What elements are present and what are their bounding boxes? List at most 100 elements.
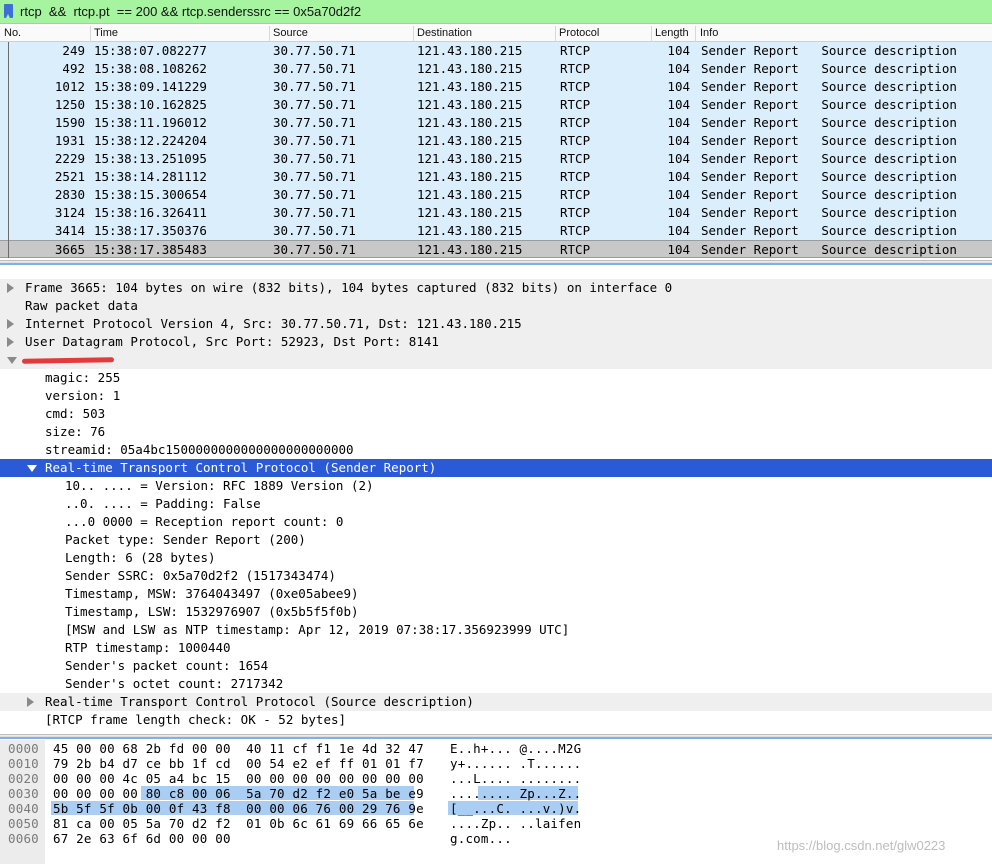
tree-row[interactable]: Internet Protocol Version 4, Src: 30.77.… xyxy=(0,315,992,333)
tree-row[interactable]: [MSW and LSW as NTP timestamp: Apr 12, 2… xyxy=(0,621,992,639)
packet-row[interactable]: 1250 15:38:10.162825 30.77.50.71 121.43.180… xyxy=(0,96,992,114)
hex-row[interactable]: 0050 81 ca 00 05 5a 70 d2 f2 01 0b 6c 61 … xyxy=(0,816,992,831)
display-filter-bar[interactable]: rtcp && rtcp.pt == 200 && rtcp.senderssr… xyxy=(0,0,992,24)
hex-bytes[interactable]: 45 00 00 68 2b fd 00 00 40 11 cf f1 1e 4… xyxy=(53,741,424,756)
cell-length: 104 xyxy=(667,133,690,148)
tree-row[interactable]: Sender SSRC: 0x5a70d2f2 (1517343474) xyxy=(0,567,992,585)
column-divider[interactable] xyxy=(651,26,652,42)
hex-ascii[interactable]: g.com... xyxy=(450,831,512,846)
hex-ascii[interactable]: ........ Zp...Z.. xyxy=(450,786,581,801)
hex-row[interactable]: 0010 79 2b b4 d7 ce bb 1f cd 00 54 e2 ef … xyxy=(0,756,992,771)
hex-ascii[interactable]: ....Zp.. ..laifen xyxy=(450,816,581,831)
hex-ascii[interactable]: y+...... .T...... xyxy=(450,756,581,771)
column-divider[interactable] xyxy=(90,26,91,42)
column-header-time[interactable]: Time xyxy=(94,27,118,39)
tree-row[interactable]: Packet type: Sender Report (200) xyxy=(0,531,992,549)
tree-row[interactable]: User Datagram Protocol, Src Port: 52923,… xyxy=(0,333,992,351)
packet-row[interactable]: 249 15:38:07.082277 30.77.50.71 121.43.180.… xyxy=(0,42,992,60)
hex-row[interactable]: 0020 00 00 00 4c 05 a4 bc 15 00 00 00 00 … xyxy=(0,771,992,786)
packet-row[interactable]: 2521 15:38:14.281112 30.77.50.71 121.43.180… xyxy=(0,168,992,186)
column-header-length[interactable]: Length xyxy=(655,27,689,39)
tree-row[interactable]: Timestamp, LSW: 1532976907 (0x5b5f5f0b) xyxy=(0,603,992,621)
collapse-arrow-icon[interactable] xyxy=(7,357,17,364)
cell-protocol: RTCP xyxy=(560,205,591,220)
column-divider[interactable] xyxy=(555,26,556,42)
packet-row[interactable]: 2830 15:38:15.300654 30.77.50.71 121.43.180… xyxy=(0,186,992,204)
tree-row-label: Length: 6 (28 bytes) xyxy=(65,550,216,565)
display-filter-input[interactable]: rtcp && rtcp.pt == 200 && rtcp.senderssr… xyxy=(20,4,361,19)
tree-row[interactable]: 10.. .... = Version: RFC 1889 Version (2… xyxy=(0,477,992,495)
packet-row[interactable]: 1931 15:38:12.224204 30.77.50.71 121.43.180… xyxy=(0,132,992,150)
tree-row[interactable]: streamid: 05a4bc150000000000000000000000… xyxy=(0,441,992,459)
column-divider[interactable] xyxy=(269,26,270,42)
column-header-protocol[interactable]: Protocol xyxy=(559,27,599,39)
cell-destination: 121.43.180.215 xyxy=(417,43,523,58)
packet-row[interactable]: 492 15:38:08.108262 30.77.50.71 121.43.180.… xyxy=(0,60,992,78)
tree-row[interactable]: Real-time Transport Control Protocol (So… xyxy=(0,693,992,711)
cell-protocol: RTCP xyxy=(560,115,591,130)
tree-row[interactable]: Timestamp, MSW: 3764043497 (0xe05abee9) xyxy=(0,585,992,603)
tree-row-label: Sender's packet count: 1654 xyxy=(65,658,269,673)
hex-bytes[interactable]: 81 ca 00 05 5a 70 d2 f2 01 0b 6c 61 69 6… xyxy=(53,816,424,831)
cell-info: Sender Report Source description xyxy=(701,133,957,148)
tree-row[interactable]: version: 1 xyxy=(0,387,992,405)
tree-row[interactable]: ..0. .... = Padding: False xyxy=(0,495,992,513)
tree-row[interactable]: magic: 255 xyxy=(0,369,992,387)
hex-ascii[interactable]: [__...C. ...v.)v. xyxy=(450,801,581,816)
packet-details-tree[interactable]: Frame 3665: 104 bytes on wire (832 bits)… xyxy=(0,279,992,735)
packet-row[interactable]: 2229 15:38:13.251095 30.77.50.71 121.43.180… xyxy=(0,150,992,168)
tree-row[interactable]: RTP timestamp: 1000440 xyxy=(0,639,992,657)
pane-splitter[interactable] xyxy=(0,734,992,739)
hex-row[interactable]: 0000 45 00 00 68 2b fd 00 00 40 11 cf f1 … xyxy=(0,741,992,756)
cell-time: 15:38:10.162825 xyxy=(94,97,207,112)
tree-row-label: ...0 0000 = Reception report count: 0 xyxy=(65,514,344,529)
tree-row-selected[interactable]: Real-time Transport Control Protocol (Se… xyxy=(0,459,992,477)
expand-arrow-icon[interactable] xyxy=(7,337,14,347)
column-divider[interactable] xyxy=(413,26,414,42)
hex-ascii[interactable]: E..h+... @....M2G xyxy=(450,741,581,756)
expand-arrow-icon[interactable] xyxy=(7,319,14,329)
tree-row[interactable]: Length: 6 (28 bytes) xyxy=(0,549,992,567)
tree-row[interactable]: size: 76 xyxy=(0,423,992,441)
expand-arrow-icon[interactable] xyxy=(27,697,34,707)
hex-bytes[interactable]: 00 00 00 4c 05 a4 bc 15 00 00 00 00 00 0… xyxy=(53,771,424,786)
packet-list[interactable]: 249 15:38:07.082277 30.77.50.71 121.43.180.… xyxy=(0,42,992,258)
expand-arrow-icon[interactable] xyxy=(7,283,14,293)
tree-row[interactable]: Sender's packet count: 1654 xyxy=(0,657,992,675)
tree-row[interactable]: [RTCP frame length check: OK - 52 bytes] xyxy=(0,711,992,729)
hex-bytes[interactable]: 00 00 00 00 80 c8 00 06 5a 70 d2 f2 e0 5… xyxy=(53,786,424,801)
watermark: https://blog.csdn.net/glw0223 xyxy=(777,838,946,853)
hex-row[interactable]: 0040 5b 5f 5f 0b 00 0f 43 f8 00 00 06 76 … xyxy=(0,801,992,816)
tree-row[interactable]: Sender's octet count: 2717342 xyxy=(0,675,992,693)
bookmark-icon[interactable] xyxy=(4,4,13,18)
packet-row-selected[interactable]: 3665 15:38:17.385483 30.77.50.71 121.43.180… xyxy=(0,240,992,258)
packet-row[interactable]: 1012 15:38:09.141229 30.77.50.71 121.43.180… xyxy=(0,78,992,96)
tree-row-label: cmd: 503 xyxy=(45,406,106,421)
tree-row[interactable]: ...0 0000 = Reception report count: 0 xyxy=(0,513,992,531)
tree-row[interactable] xyxy=(0,351,992,369)
hex-bytes[interactable]: 67 2e 63 6f 6d 00 00 00 xyxy=(53,831,231,846)
hex-bytes[interactable]: 5b 5f 5f 0b 00 0f 43 f8 00 00 06 76 00 2… xyxy=(53,801,424,816)
column-header-no[interactable]: No. xyxy=(4,27,21,39)
collapse-arrow-icon[interactable] xyxy=(27,465,37,472)
packet-row[interactable]: 1590 15:38:11.196012 30.77.50.71 121.43.180… xyxy=(0,114,992,132)
tree-row[interactable]: cmd: 503 xyxy=(0,405,992,423)
hex-bytes[interactable]: 79 2b b4 d7 ce bb 1f cd 00 54 e2 ef ff 0… xyxy=(53,756,424,771)
packet-row[interactable]: 3124 15:38:16.326411 30.77.50.71 121.43.180… xyxy=(0,204,992,222)
cell-time: 15:38:17.350376 xyxy=(94,223,207,238)
hex-ascii[interactable]: ...L.... ........ xyxy=(450,771,581,786)
column-header-info[interactable]: Info xyxy=(700,27,718,39)
hex-row[interactable]: 0030 00 00 00 00 80 c8 00 06 5a 70 d2 f2 … xyxy=(0,786,992,801)
cell-no: 1012 xyxy=(54,79,85,94)
packet-row[interactable]: 3414 15:38:17.350376 30.77.50.71 121.43.180… xyxy=(0,222,992,240)
column-header-destination[interactable]: Destination xyxy=(417,27,472,39)
column-divider[interactable] xyxy=(695,26,696,42)
column-header-source[interactable]: Source xyxy=(273,27,308,39)
tree-row[interactable]: Frame 3665: 104 bytes on wire (832 bits)… xyxy=(0,279,992,297)
cell-source: 30.77.50.71 xyxy=(273,151,356,166)
cell-no: 1590 xyxy=(54,115,85,130)
tree-row[interactable]: Raw packet data xyxy=(0,297,992,315)
pane-splitter[interactable] xyxy=(0,260,992,265)
tree-row-label: Raw packet data xyxy=(25,298,138,313)
cell-destination: 121.43.180.215 xyxy=(417,242,523,257)
